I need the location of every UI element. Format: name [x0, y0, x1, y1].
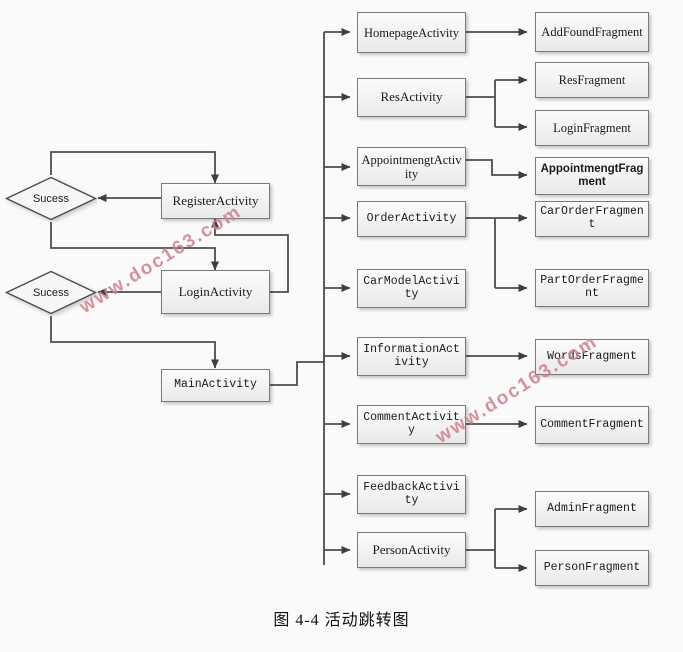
decision-label: Sucess	[32, 192, 70, 205]
node-label: PartOrderFragment	[540, 274, 644, 300]
node-label: AppointmengtActivity	[361, 152, 462, 181]
node-label: CarModelActivity	[363, 274, 460, 301]
node-words-fragment[interactable]: WordsFragment	[535, 339, 649, 375]
node-carmodel-activity[interactable]: CarModelActivity	[357, 269, 466, 308]
node-label: MainActivity	[174, 378, 257, 392]
node-register-activity[interactable]: RegisterActivity	[161, 183, 270, 219]
node-label: LoginActivity	[178, 283, 253, 299]
decision-login-success: Sucess	[4, 269, 98, 316]
node-label: OrderActivity	[366, 211, 457, 225]
node-label: AdminFragment	[547, 501, 637, 515]
node-carorder-fragment[interactable]: CarOrderFragment	[535, 201, 649, 237]
node-partorder-fragment[interactable]: PartOrderFragment	[535, 269, 649, 307]
node-label: FeedbackActivity	[363, 480, 460, 507]
node-label: PersonActivity	[372, 541, 451, 557]
node-person-activity[interactable]: PersonActivity	[357, 532, 466, 568]
node-admin-fragment[interactable]: AdminFragment	[535, 491, 649, 527]
node-comment-fragment[interactable]: CommentFragment	[535, 406, 649, 444]
figure-caption: 图 4-4 活动跳转图	[273, 612, 410, 629]
node-homepage-activity[interactable]: HomepageActivity	[357, 12, 466, 53]
node-person-fragment[interactable]: PersonFragment	[535, 550, 649, 586]
node-label: ResActivity	[380, 89, 443, 105]
node-label: LoginFragment	[553, 121, 631, 135]
activity-flow-diagram: Sucess Sucess RegisterActivity LoginActi…	[0, 0, 683, 652]
decision-register-success: Sucess	[4, 175, 98, 222]
node-login-fragment[interactable]: LoginFragment	[535, 110, 649, 146]
node-label: PersonFragment	[543, 560, 641, 574]
node-label: RegisterActivity	[172, 192, 259, 208]
node-main-activity[interactable]: MainActivity	[161, 369, 270, 402]
node-feedback-activity[interactable]: FeedbackActivity	[357, 475, 466, 514]
node-label: CommentFragment	[540, 417, 644, 431]
node-appointmengt-fragment[interactable]: AppointmengtFragment	[535, 157, 649, 195]
decision-label: Sucess	[32, 286, 70, 299]
node-label: CarOrderFragment	[540, 205, 644, 231]
node-label: WordsFragment	[547, 349, 637, 363]
node-res-activity[interactable]: ResActivity	[357, 78, 466, 117]
node-label: HomepageActivity	[363, 25, 460, 40]
node-res-fragment[interactable]: ResFragment	[535, 62, 649, 98]
node-addfound-fragment[interactable]: AddFoundFragment	[535, 12, 649, 52]
node-label: AddFoundFragment	[541, 25, 643, 39]
node-label: InformationActivity	[363, 342, 460, 369]
node-appointmengt-activity[interactable]: AppointmengtActivity	[357, 147, 466, 186]
node-label: ResFragment	[558, 73, 626, 87]
node-comment-activity[interactable]: CommentActivity	[357, 405, 466, 444]
node-information-activity[interactable]: InformationActivity	[357, 337, 466, 376]
node-label: AppointmengtFragment	[540, 163, 644, 188]
node-login-activity[interactable]: LoginActivity	[161, 270, 270, 314]
node-label: CommentActivity	[363, 410, 460, 437]
node-order-activity[interactable]: OrderActivity	[357, 201, 466, 237]
